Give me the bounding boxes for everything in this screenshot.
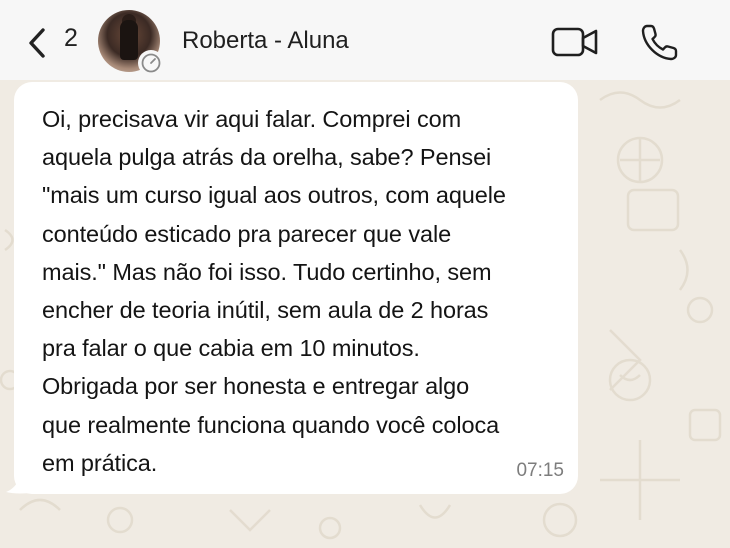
video-camera-icon [551, 27, 598, 57]
message-line: em prática. [42, 449, 158, 476]
phone-icon [641, 24, 678, 61]
voice-call-button[interactable] [638, 20, 682, 64]
message-line: pra falar o que cabia em 10 minutos. [42, 335, 420, 362]
message-line: Obrigada por ser honesta e entregar algo [42, 373, 470, 400]
message-line: conteúdo esticado pra parecer que vale [42, 220, 452, 247]
message-line: Oi, precisava vir aqui falar. Comprei co… [42, 106, 462, 132]
video-call-button[interactable] [550, 24, 600, 60]
message-text: Oi, precisava vir aqui falar. Comprei co… [42, 100, 558, 482]
message-bubble[interactable]: Oi, precisava vir aqui falar. Comprei co… [14, 82, 578, 494]
message-line: encher de teoria inútil, sem aula de 2 h… [42, 297, 489, 324]
back-button[interactable] [24, 26, 50, 60]
chat-header: 2 Roberta - Aluna [0, 0, 730, 80]
avatar[interactable] [98, 10, 164, 76]
message-line: "mais um curso igual aos outros, com aqu… [42, 182, 506, 209]
contact-name[interactable]: Roberta - Aluna [182, 27, 349, 55]
clock-icon [141, 53, 161, 73]
status-badge [138, 50, 164, 76]
message-line: que realmente funciona quando você coloc… [42, 411, 500, 438]
message-line: aquela pulga atrás da orelha, sabe? Pens… [42, 144, 492, 171]
unread-count[interactable]: 2 [64, 24, 78, 53]
message-line: mais." Mas não foi isso. Tudo certinho, … [42, 258, 492, 285]
message-timestamp: 07:15 [516, 460, 564, 481]
chevron-left-icon [29, 28, 45, 58]
